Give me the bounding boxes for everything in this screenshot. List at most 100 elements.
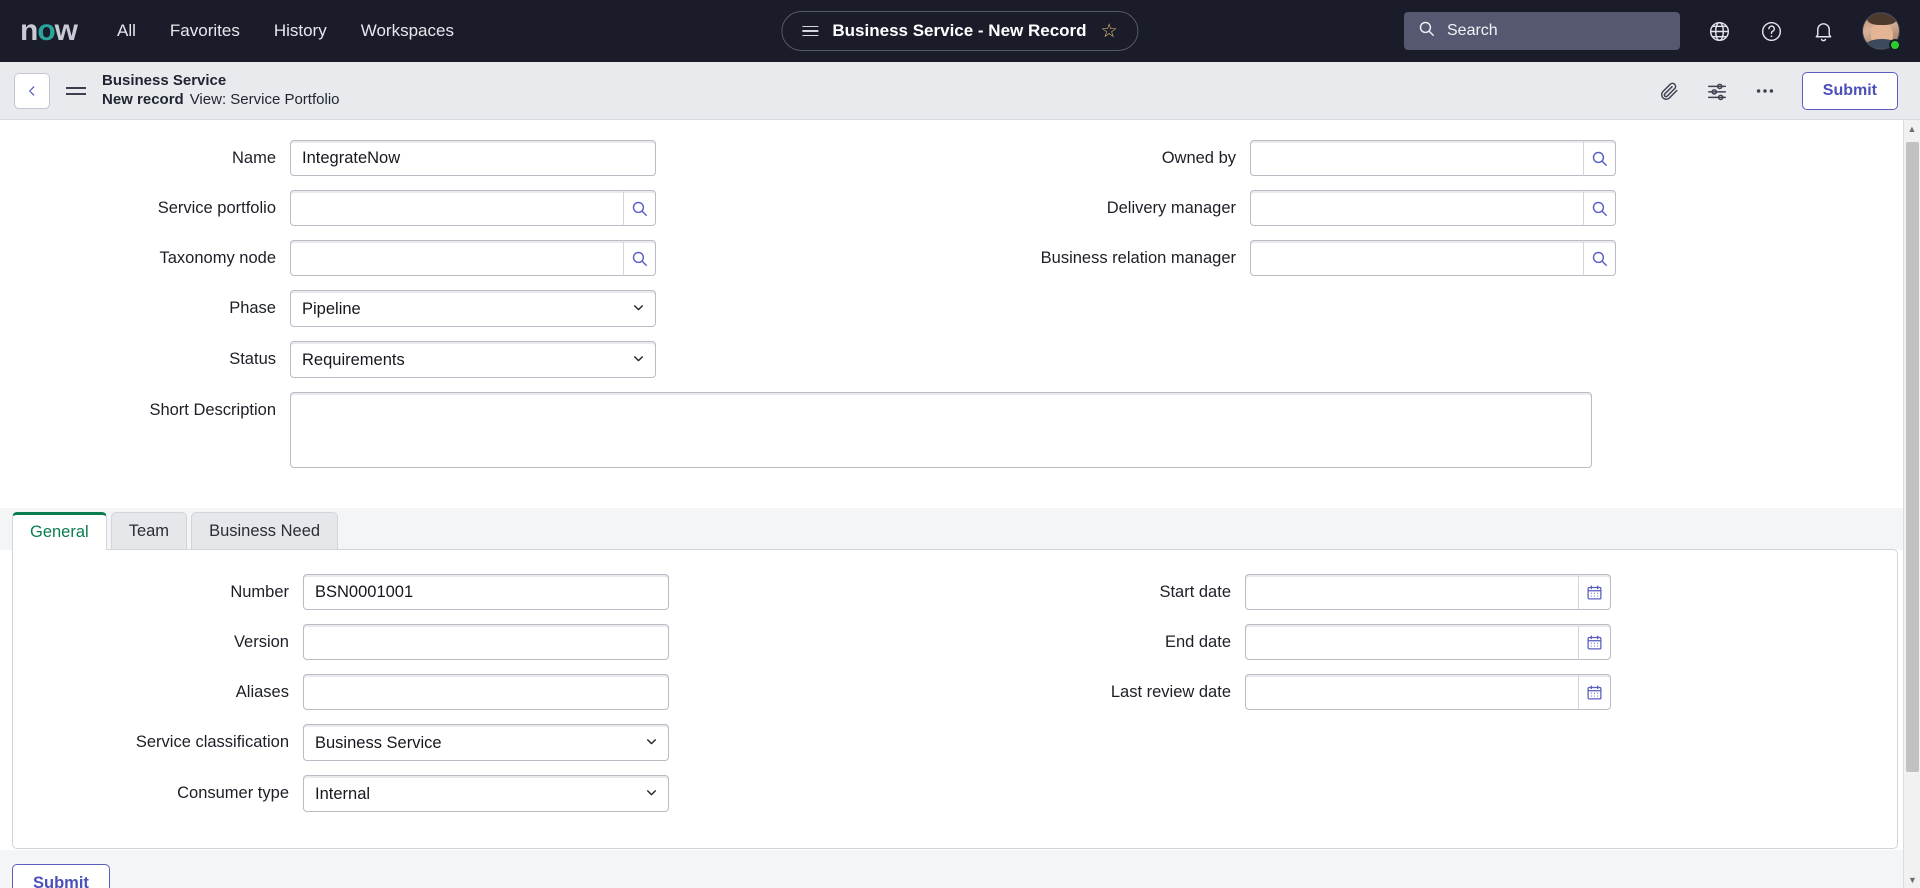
tab-strip: General Team Business Need [0, 508, 1920, 550]
end-date-control [1245, 624, 1611, 660]
calendar-icon[interactable] [1578, 624, 1611, 660]
label-number: Number [230, 582, 289, 601]
record-header-actions: Submit [1658, 71, 1898, 110]
avatar[interactable] [1862, 12, 1901, 51]
submit-button-top[interactable]: Submit [1801, 71, 1898, 110]
globe-icon[interactable] [1706, 18, 1732, 44]
back-button[interactable] [14, 72, 50, 109]
last-review-date-control [1245, 674, 1611, 710]
field-row-consumer-type: Consumer type Internal [13, 775, 955, 812]
label-delivery-manager: Delivery manager [1106, 198, 1236, 217]
nav-item-history[interactable]: History [274, 21, 327, 41]
record-title-block: Business Service New record View: Service… [102, 72, 340, 110]
form-settings-icon[interactable] [1706, 80, 1728, 102]
field-row-last-review-date: Last review date [955, 674, 1897, 710]
search-input[interactable]: Search [1447, 22, 1498, 40]
form-column-left-top: Name Service portfolio [0, 140, 960, 392]
top-nav-right-zone: Search [1404, 12, 1901, 51]
search-icon[interactable] [1583, 190, 1616, 226]
form-grid-general: Number Version Aliases Service classific… [13, 574, 1897, 826]
paperclip-icon[interactable] [1658, 80, 1680, 102]
nav-item-favorites[interactable]: Favorites [170, 21, 240, 41]
owned-by-lookup [1250, 140, 1616, 176]
field-row-short-description: Short Description [0, 392, 1920, 468]
label-business-relation-manager: Business relation manager [1040, 248, 1236, 267]
form-section-top: Name Service portfolio [0, 120, 1920, 508]
field-row-end-date: End date [955, 624, 1897, 660]
label-short-description: Short Description [149, 401, 276, 419]
service-portfolio-input[interactable] [290, 190, 624, 226]
search-icon [1418, 20, 1435, 42]
form-column-right-general: Start date End date Last review date [955, 574, 1897, 826]
search-icon[interactable] [1583, 140, 1616, 176]
business-relation-manager-input[interactable] [1250, 240, 1584, 276]
submit-button-bottom[interactable]: Submit [12, 864, 110, 888]
taxonomy-node-input[interactable] [290, 240, 624, 276]
delivery-manager-input[interactable] [1250, 190, 1584, 226]
consumer-type-select[interactable]: Internal [303, 775, 669, 812]
star-outline-icon[interactable]: ☆ [1101, 22, 1118, 41]
number-input[interactable] [303, 574, 669, 610]
field-row-start-date: Start date [955, 574, 1897, 610]
owned-by-input[interactable] [1250, 140, 1584, 176]
scroll-down-arrow[interactable]: ▼ [1904, 871, 1920, 888]
scroll-up-arrow[interactable]: ▲ [1904, 120, 1920, 137]
service-classification-select[interactable]: Business Service [303, 724, 669, 761]
last-review-date-input[interactable] [1245, 674, 1579, 710]
help-circle-icon[interactable] [1758, 18, 1784, 44]
logo-letter-o: o [37, 14, 55, 47]
global-search[interactable]: Search [1404, 12, 1680, 50]
form-column-right-top: Owned by Delivery manager Business relat… [960, 140, 1920, 392]
label-service-portfolio: Service portfolio [157, 198, 276, 217]
list-menu-icon[interactable] [802, 23, 819, 40]
tab-team[interactable]: Team [110, 512, 188, 550]
tab-list: General Team Business Need [0, 508, 1920, 550]
tab-general[interactable]: General [12, 512, 107, 550]
short-description-textarea[interactable] [290, 392, 1592, 468]
name-input[interactable] [290, 140, 656, 176]
end-date-input[interactable] [1245, 624, 1579, 660]
label-owned-by: Owned by [1161, 148, 1236, 167]
taxonomy-node-lookup [290, 240, 656, 276]
vertical-scrollbar[interactable]: ▲ ▼ [1903, 120, 1920, 888]
more-options-icon[interactable] [1754, 80, 1776, 102]
avatar-hair [1867, 13, 1897, 25]
label-name: Name [231, 148, 276, 167]
record-state-label: New record [102, 90, 184, 108]
label-service-classification: Service classification [135, 733, 289, 751]
start-date-control [1245, 574, 1611, 610]
field-row-aliases: Aliases [13, 674, 955, 710]
field-row-taxonomy-node: Taxonomy node [0, 240, 960, 276]
phase-select[interactable]: Pipeline [290, 290, 656, 327]
nav-item-all[interactable]: All [117, 21, 136, 41]
tab-panel-general: Number Version Aliases Service classific… [12, 549, 1898, 849]
tab-business-need[interactable]: Business Need [191, 512, 339, 550]
scrollbar-thumb[interactable] [1906, 142, 1919, 772]
delivery-manager-lookup [1250, 190, 1616, 226]
nav-item-workspaces[interactable]: Workspaces [361, 21, 454, 41]
hamburger-menu-icon[interactable] [66, 83, 86, 99]
field-row-number: Number [13, 574, 955, 610]
version-input[interactable] [303, 624, 669, 660]
record-tab-title: Business Service - New Record [832, 21, 1087, 40]
start-date-input[interactable] [1245, 574, 1579, 610]
label-start-date: Start date [1159, 582, 1231, 601]
field-row-delivery-manager: Delivery manager [960, 190, 1920, 226]
search-icon[interactable] [623, 190, 656, 226]
logo-letter-w: w [54, 14, 78, 47]
record-tab-pill[interactable]: Business Service - New Record ☆ [781, 11, 1139, 51]
search-icon[interactable] [1583, 240, 1616, 276]
aliases-input[interactable] [303, 674, 669, 710]
bell-icon[interactable] [1810, 18, 1836, 44]
primary-nav-links: All Favorites History Workspaces [117, 21, 454, 41]
form-footer: Submit [0, 850, 1920, 888]
status-select[interactable]: Requirements [290, 341, 656, 378]
servicenow-logo[interactable]: now [20, 14, 78, 47]
field-row-status: Status Requirements [0, 341, 960, 378]
calendar-icon[interactable] [1578, 574, 1611, 610]
search-icon[interactable] [623, 240, 656, 276]
business-relation-manager-lookup [1250, 240, 1616, 276]
field-row-version: Version [13, 624, 955, 660]
calendar-icon[interactable] [1578, 674, 1611, 710]
field-row-business-relation-manager: Business relation manager [960, 240, 1920, 276]
